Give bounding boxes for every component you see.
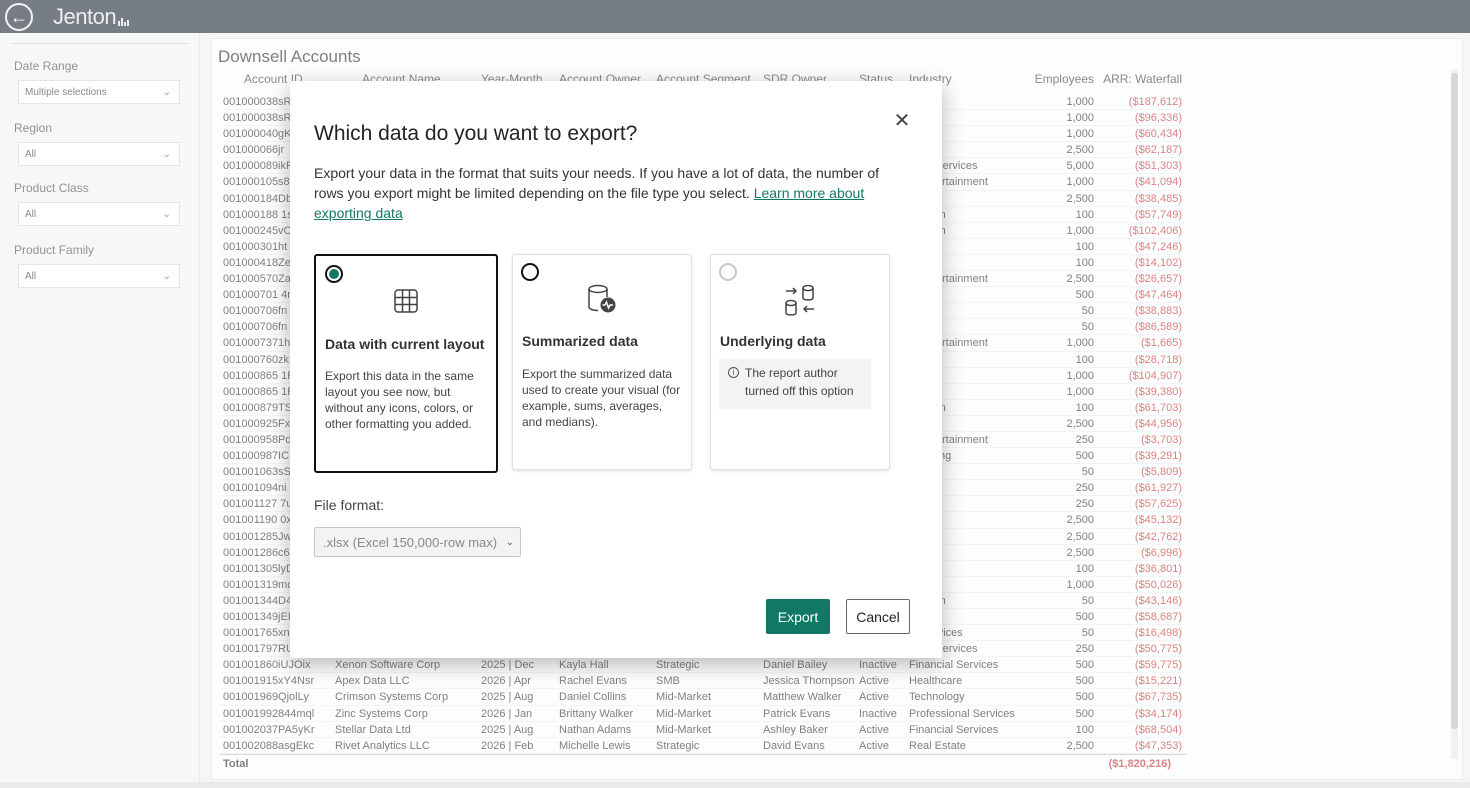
info-text: The report author turned off this option (745, 366, 854, 398)
dialog-description: Export your data in the format that suit… (314, 163, 894, 223)
info-icon: i (728, 367, 739, 378)
option-underlying-data: Underlying data i The report author turn… (710, 254, 890, 470)
option-current-layout[interactable]: Data with current layout Export this dat… (314, 254, 498, 473)
disabled-info-box: i The report author turned off this opti… (719, 359, 871, 409)
radio-summarized-data[interactable] (521, 263, 539, 281)
chevron-down-icon: ⌄ (505, 536, 514, 548)
file-format-value: .xlsx (Excel 150,000-row max) (323, 534, 498, 550)
database-pulse-icon (513, 283, 691, 315)
close-icon[interactable]: ✕ (893, 111, 911, 131)
database-transfer-icon (711, 283, 889, 317)
option-description: Export the summarized data used to creat… (522, 367, 681, 429)
option-title: Underlying data (720, 333, 826, 349)
cancel-button[interactable]: Cancel (846, 599, 910, 634)
file-format-select[interactable]: .xlsx (Excel 150,000-row max) ⌄ (314, 527, 521, 557)
export-button[interactable]: Export (766, 599, 830, 634)
option-title: Summarized data (522, 333, 638, 349)
option-title: Data with current layout (325, 336, 485, 352)
option-summarized-data[interactable]: Summarized data Export the summarized da… (512, 254, 692, 470)
dialog-title: Which data do you want to export? (314, 122, 638, 145)
radio-current-layout[interactable] (325, 265, 343, 283)
file-format-label: File format: (314, 497, 385, 513)
radio-underlying-data (719, 263, 737, 281)
export-dialog: Which data do you want to export? ✕ Expo… (290, 81, 942, 658)
table-grid-icon (316, 288, 496, 314)
option-description: Export this data in the same layout you … (325, 369, 474, 431)
